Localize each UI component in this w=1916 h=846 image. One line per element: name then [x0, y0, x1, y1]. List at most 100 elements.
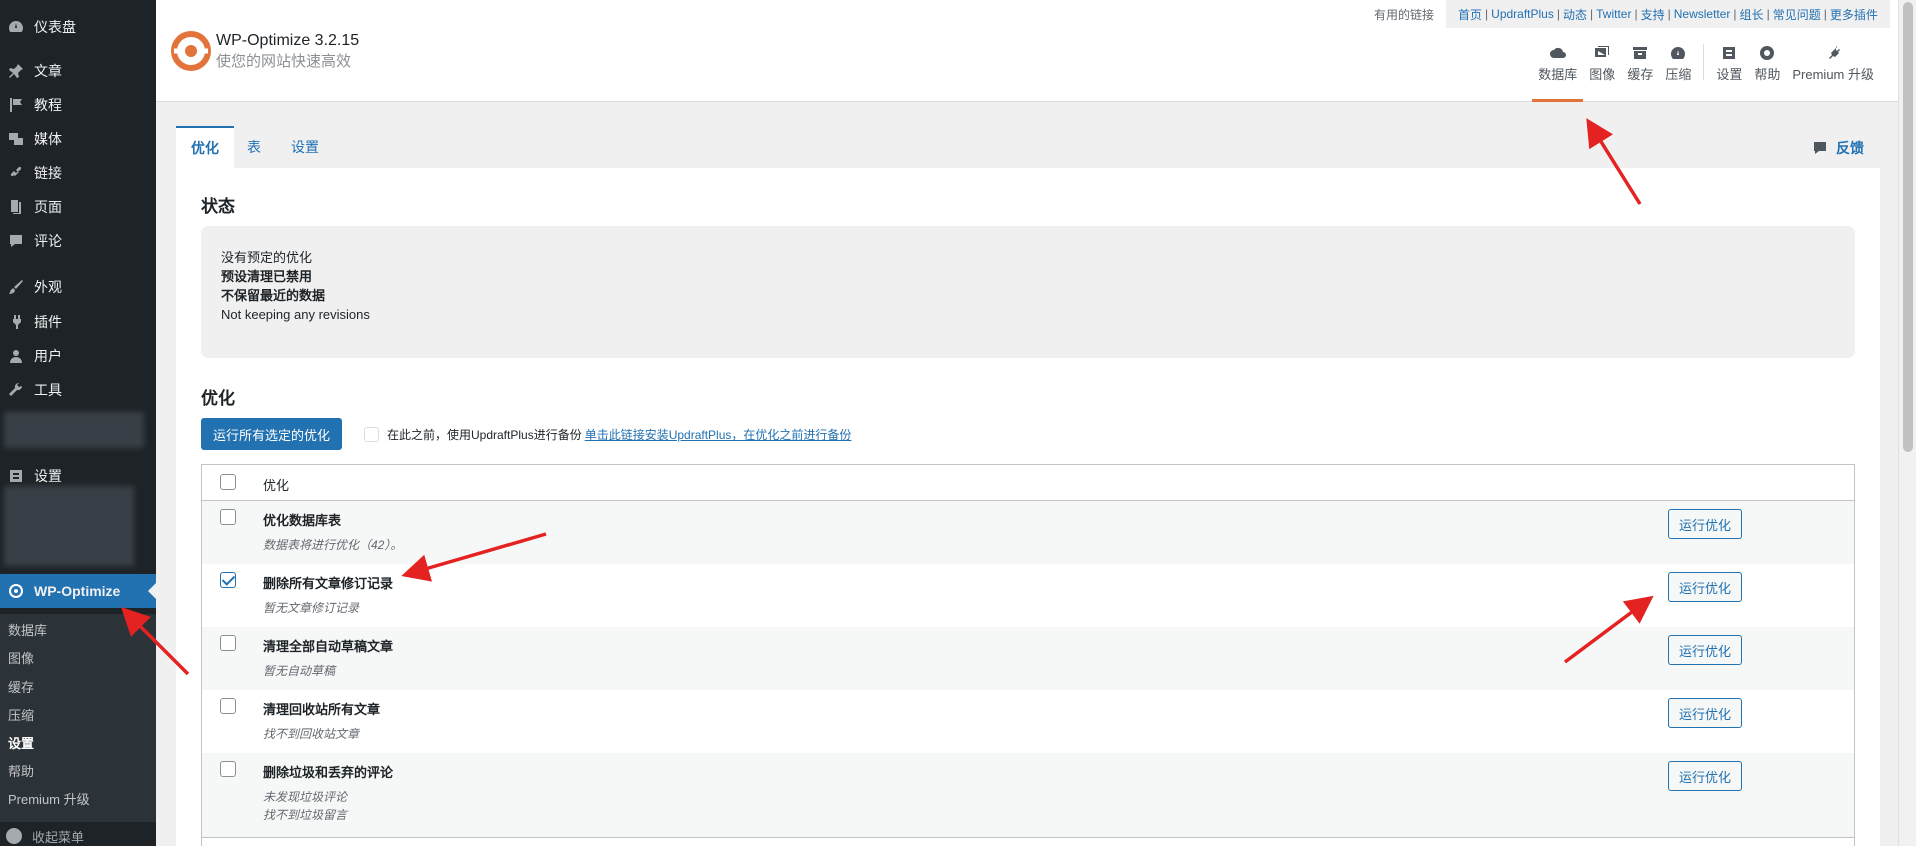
collapse-icon [6, 828, 22, 844]
tab-minify[interactable]: 压缩 [1659, 44, 1697, 102]
link-newsletter[interactable]: Newsletter [1674, 7, 1731, 21]
images-icon [1595, 46, 1610, 57]
tab-settings[interactable]: 设置 [1710, 44, 1748, 102]
comment-icon [6, 231, 26, 251]
submenu-item-help[interactable]: 帮助 [8, 761, 34, 780]
tab-label: 帮助 [1754, 67, 1781, 82]
collapse-label: 收起菜单 [32, 829, 85, 845]
sidebar-item-plugins[interactable]: 插件 [0, 305, 156, 339]
sidebar-item-posts[interactable]: 文章 [0, 54, 156, 88]
collapse-menu-button[interactable]: 收起菜单 [0, 826, 84, 846]
plug-icon [1829, 46, 1841, 59]
link-support[interactable]: 支持 [1641, 6, 1665, 23]
row-checkbox[interactable] [220, 509, 236, 525]
tab-database[interactable]: 数据库 [1532, 44, 1584, 102]
optimizations-table: 优化 优化数据库表 数据表将进行优化（42）。 运行优化 删除所有文章修订记录 … [201, 464, 1855, 846]
link-twitter[interactable]: Twitter [1596, 7, 1631, 21]
sidebar-item-tools[interactable]: 工具 [0, 373, 156, 407]
submenu-item-cache[interactable]: 缓存 [8, 677, 34, 696]
status-line: 不保留最近的数据 [221, 288, 326, 303]
row-description: 找不到垃圾留言 [263, 808, 348, 822]
feedback-link[interactable]: 反馈 [1812, 138, 1864, 158]
app-title: WP-Optimize 3.2.15 [216, 32, 360, 49]
submenu-item-database[interactable]: 数据库 [8, 620, 47, 639]
sidebar-item-appearance[interactable]: 外观 [0, 270, 156, 304]
sidebar-item-label: 文章 [34, 63, 62, 79]
tab-premium[interactable]: Premium 升级 [1786, 44, 1880, 102]
sidebar-item-media[interactable]: 媒体 [0, 122, 156, 156]
tab-label: 缓存 [1627, 67, 1654, 82]
plugin-header: WP-Optimize 3.2.15 使您的网站快速高效 有用的链接 首页 | U… [156, 0, 1898, 102]
run-optimization-button[interactable]: 运行优化 [1668, 572, 1742, 602]
status-line: 没有预定的优化 [221, 250, 313, 265]
sidebar-item-label: 页面 [34, 199, 62, 215]
dashboard-icon [6, 17, 26, 37]
submenu-item-minify[interactable]: 压缩 [8, 705, 34, 724]
sidebar-item-label: 评论 [34, 233, 62, 249]
run-optimization-button[interactable]: 运行优化 [1668, 509, 1742, 539]
row-title: 清理回收站所有文章 [263, 702, 381, 717]
run-optimization-button[interactable]: 运行优化 [1668, 698, 1742, 728]
select-all-checkbox[interactable] [220, 474, 236, 490]
row-description: 暂无自动草稿 [263, 664, 336, 678]
row-checkbox[interactable] [220, 635, 236, 651]
column-header: 优化 [263, 478, 290, 493]
row-checkbox[interactable] [220, 572, 236, 588]
plugin-top-tabs: 数据库 图像 缓存 压缩 设置 帮助 Premium 升级 [1532, 44, 1880, 102]
submenu-item-images[interactable]: 图像 [8, 648, 34, 667]
row-title: 清理全部自动草稿文章 [263, 639, 394, 654]
page-icon [6, 197, 26, 217]
link-home[interactable]: 首页 [1458, 6, 1482, 23]
run-optimization-button[interactable]: 运行优化 [1668, 761, 1742, 791]
tab-images[interactable]: 图像 [1583, 44, 1621, 102]
submenu-item-settings[interactable]: 设置 [8, 733, 34, 752]
subtab-optimize[interactable]: 优化 [176, 126, 234, 168]
wrench-icon [6, 380, 26, 400]
pin-icon [6, 61, 26, 81]
wp-optimize-submenu: 数据库 图像 缓存 压缩 设置 帮助 Premium 升级 [0, 614, 156, 822]
comment-icon [1814, 142, 1826, 154]
link-updraftplus[interactable]: UpdraftPlus [1491, 7, 1554, 21]
run-all-optimizations-button[interactable]: 运行所有选定的优化 [201, 418, 343, 450]
dashboard-gauge-icon [1671, 47, 1686, 59]
run-optimization-button[interactable]: 运行优化 [1668, 635, 1742, 665]
row-title: 删除垃圾和丢弃的评论 [263, 765, 394, 780]
redacted-menu-item [4, 486, 134, 566]
sidebar-item-label: 设置 [34, 468, 62, 484]
table-row: 删除所有文章修订记录 暂无文章修订记录 运行优化 [202, 564, 1854, 627]
link-faq[interactable]: 常见问题 [1773, 6, 1821, 23]
sidebar-item-users[interactable]: 用户 [0, 339, 156, 373]
sidebar-item-wp-optimize[interactable]: WP-Optimize [0, 574, 156, 608]
backup-checkbox[interactable] [364, 427, 379, 442]
scrollbar-thumb[interactable] [1903, 2, 1913, 452]
sidebar-item-label: 用户 [34, 348, 62, 364]
sidebar-item-links[interactable]: 链接 [0, 156, 156, 190]
tab-help[interactable]: 帮助 [1748, 44, 1786, 102]
sidebar-item-tutorials[interactable]: 教程 [0, 88, 156, 122]
link-more-plugins[interactable]: 更多插件 [1830, 6, 1878, 23]
tab-cache[interactable]: 缓存 [1621, 44, 1659, 102]
row-checkbox[interactable] [220, 761, 236, 777]
row-checkbox[interactable] [220, 698, 236, 714]
useful-links-label: 有用的链接 [1374, 7, 1435, 22]
sidebar-item-pages[interactable]: 页面 [0, 190, 156, 224]
table-row: 清理全部自动草稿文章 暂无自动草稿 运行优化 [202, 627, 1854, 690]
tab-label: Premium 升级 [1792, 67, 1874, 82]
sidebar-item-comments[interactable]: 评论 [0, 224, 156, 258]
subtab-settings[interactable]: 设置 [276, 126, 334, 168]
admin-sidebar: 仪表盘 文章 教程 媒体 链接 页面 评论 外观 插件 用户 工具 设置 WP-… [0, 0, 156, 846]
redacted-menu-item [4, 412, 144, 448]
wp-optimize-logo [171, 31, 211, 71]
sidebar-item-label: 外观 [34, 279, 62, 295]
link-team-lead[interactable]: 组长 [1740, 6, 1764, 23]
install-updraftplus-link[interactable]: 单击此链接安装UpdraftPlus，在优化之前进行备份 [585, 426, 852, 443]
page-scrollbar[interactable] [1898, 0, 1916, 846]
optimize-heading: 优化 [201, 389, 235, 408]
status-line: 预设清理已禁用 [221, 269, 313, 284]
row-description: 未发现垃圾评论 [263, 790, 348, 804]
subtab-tables[interactable]: 表 [232, 126, 276, 168]
sidebar-item-dashboard[interactable]: 仪表盘 [0, 10, 156, 44]
submenu-item-premium[interactable]: Premium 升级 [8, 789, 90, 808]
sidebar-item-label: 媒体 [34, 131, 62, 147]
link-news[interactable]: 动态 [1563, 6, 1587, 23]
